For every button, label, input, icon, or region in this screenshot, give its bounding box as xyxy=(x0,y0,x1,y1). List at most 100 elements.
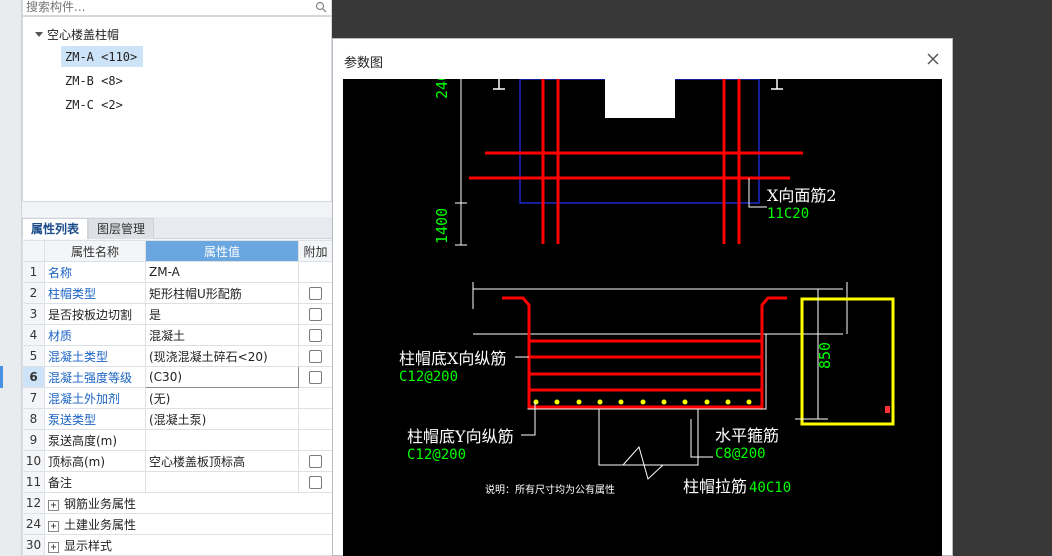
table-group-row[interactable]: 24 + 土建业务属性 xyxy=(22,513,333,535)
extra-cell xyxy=(298,450,333,472)
left-toolbar-strip xyxy=(0,0,22,556)
row-number: 10 xyxy=(22,450,45,472)
row-number: 4 xyxy=(22,324,45,346)
label-bottom-x-bar-spec: C12@200 xyxy=(399,369,458,385)
tree-item-zm-b[interactable]: ZM-B <8> xyxy=(61,70,129,91)
panel-splitter[interactable] xyxy=(22,202,332,216)
row-number: 7 xyxy=(22,387,45,409)
extra-checkbox[interactable] xyxy=(309,371,322,384)
table-row[interactable]: 11 备注 xyxy=(22,471,333,493)
tree-item-zm-c[interactable]: ZM-C <2> xyxy=(61,94,129,115)
extra-checkbox[interactable] xyxy=(309,287,322,300)
table-group-row[interactable]: 30 + 显示样式 xyxy=(22,534,333,556)
label-tie-bar: 柱帽拉筋 xyxy=(683,477,747,496)
row-number: 24 xyxy=(22,513,45,535)
expand-plus-icon[interactable]: + xyxy=(48,541,59,553)
break-symbol xyxy=(622,445,664,480)
extra-cell xyxy=(298,471,333,493)
search-icon[interactable] xyxy=(315,1,327,13)
rebar-diagram: 240 1400 X向面筋2 11C20 850 柱帽底X向纵筋 C12@200… xyxy=(399,79,895,496)
table-row[interactable]: 10 顶标高(m) 空心楼盖板顶标高 xyxy=(22,450,333,472)
header-index xyxy=(22,240,45,262)
close-icon[interactable] xyxy=(925,51,941,67)
property-value[interactable] xyxy=(145,429,299,451)
table-group-row[interactable]: 12 + 钢筋业务属性 xyxy=(22,492,333,514)
header-name: 属性名称 xyxy=(44,240,146,262)
group-name: 土建业务属性 xyxy=(64,517,137,532)
extra-cell xyxy=(298,324,333,346)
table-row-selected[interactable]: 6 混凝土强度等级 (C30) xyxy=(22,366,333,388)
column-below xyxy=(598,409,699,466)
row-number: 1 xyxy=(22,261,45,283)
tree-item-zm-a[interactable]: ZM-A <110> xyxy=(61,46,144,67)
property-table: 属性名称 属性值 附加 1 名称 ZM-A 2 柱帽类型 矩形柱帽U形配筋 3 … xyxy=(22,240,333,556)
property-name: 是否按板边切割 xyxy=(44,303,146,325)
extra-checkbox[interactable] xyxy=(309,476,322,489)
dim-1400: 1400 xyxy=(433,208,451,244)
property-value[interactable] xyxy=(145,471,299,493)
expand-plus-icon[interactable]: + xyxy=(48,499,59,511)
label-bottom-x-bar: 柱帽底X向纵筋 xyxy=(399,349,506,368)
extra-cell xyxy=(298,282,333,304)
table-row[interactable]: 1 名称 ZM-A xyxy=(22,261,333,283)
expand-plus-icon[interactable]: + xyxy=(48,520,59,532)
property-name: 材质 xyxy=(44,324,146,346)
component-panel: 空心楼盖柱帽 ZM-A <110> ZM-B <8> ZM-C <2> 属性列表… xyxy=(22,0,333,556)
property-name: 泵送高度(m) xyxy=(44,429,146,451)
property-value[interactable]: (混凝土泵) xyxy=(145,408,299,430)
table-row[interactable]: 8 泵送类型 (混凝土泵) xyxy=(22,408,333,430)
property-value[interactable]: 空心楼盖板顶标高 xyxy=(145,450,299,472)
property-name: 备注 xyxy=(44,471,146,493)
property-name: 柱帽类型 xyxy=(44,282,146,304)
property-name: 混凝土外加剂 xyxy=(44,387,146,409)
tab-property-list[interactable]: 属性列表 xyxy=(22,218,89,239)
label-bottom-y-bar: 柱帽底Y向纵筋 xyxy=(407,427,514,446)
header-extra: 附加 xyxy=(298,240,333,262)
marker-square xyxy=(885,406,890,413)
property-name: 名称 xyxy=(44,261,146,283)
expand-triangle-icon[interactable] xyxy=(35,31,43,37)
row-number: 2 xyxy=(22,282,45,304)
table-row[interactable]: 4 材质 混凝土 xyxy=(22,324,333,346)
row-number: 11 xyxy=(22,471,45,493)
bottom-bar-dots xyxy=(533,399,752,405)
label-bottom-y-bar-spec: C12@200 xyxy=(407,447,466,463)
property-value[interactable]: (无) xyxy=(145,387,299,409)
cap-outline xyxy=(527,334,767,410)
tab-layer-management[interactable]: 图层管理 xyxy=(88,218,155,239)
row-number: 9 xyxy=(22,429,45,451)
table-row[interactable]: 5 混凝土类型 (现浇混凝土碎石<20) xyxy=(22,345,333,367)
property-value[interactable]: 是 xyxy=(145,303,299,325)
row-number: 30 xyxy=(22,534,45,556)
label-x-top-bar-spec: 11C20 xyxy=(767,206,809,222)
column-opening xyxy=(605,79,675,118)
left-strip-marker xyxy=(0,366,3,388)
table-header-row: 属性名称 属性值 附加 xyxy=(22,240,333,262)
extra-checkbox[interactable] xyxy=(309,455,322,468)
property-value[interactable]: 矩形柱帽U形配筋 xyxy=(145,282,299,304)
label-tie-bar-spec: 40C10 xyxy=(749,480,791,496)
table-row[interactable]: 7 混凝土外加剂 (无) xyxy=(22,387,333,409)
property-value[interactable]: ZM-A xyxy=(145,261,299,283)
extra-checkbox[interactable] xyxy=(309,308,322,321)
tree-root[interactable]: 空心楼盖柱帽 xyxy=(35,25,119,43)
row-number: 8 xyxy=(22,408,45,430)
property-value[interactable]: 混凝土 xyxy=(145,324,299,346)
property-value[interactable]: (现浇混凝土碎石<20) xyxy=(145,345,299,367)
group-name-cell: + 显示样式 xyxy=(44,534,333,556)
extra-checkbox[interactable] xyxy=(309,329,322,342)
extra-checkbox[interactable] xyxy=(309,350,322,363)
extra-cell xyxy=(298,366,333,388)
search-input[interactable] xyxy=(23,0,303,14)
label-stirrup: 水平箍筋 xyxy=(715,426,779,445)
row-number: 3 xyxy=(22,303,45,325)
table-row[interactable]: 2 柱帽类型 矩形柱帽U形配筋 xyxy=(22,282,333,304)
table-row[interactable]: 9 泵送高度(m) xyxy=(22,429,333,451)
table-row[interactable]: 3 是否按板边切割 是 xyxy=(22,303,333,325)
property-name: 混凝土强度等级 xyxy=(44,366,146,388)
group-name: 显示样式 xyxy=(64,538,113,553)
property-value-editor[interactable]: (C30) xyxy=(145,366,299,388)
parameter-drawing-dialog: 参数图 240 1400 X向面筋2 11C20 850 柱帽底X向纵筋 C12… xyxy=(332,38,953,556)
row-number: 12 xyxy=(22,492,45,514)
row-number: 5 xyxy=(22,345,45,367)
